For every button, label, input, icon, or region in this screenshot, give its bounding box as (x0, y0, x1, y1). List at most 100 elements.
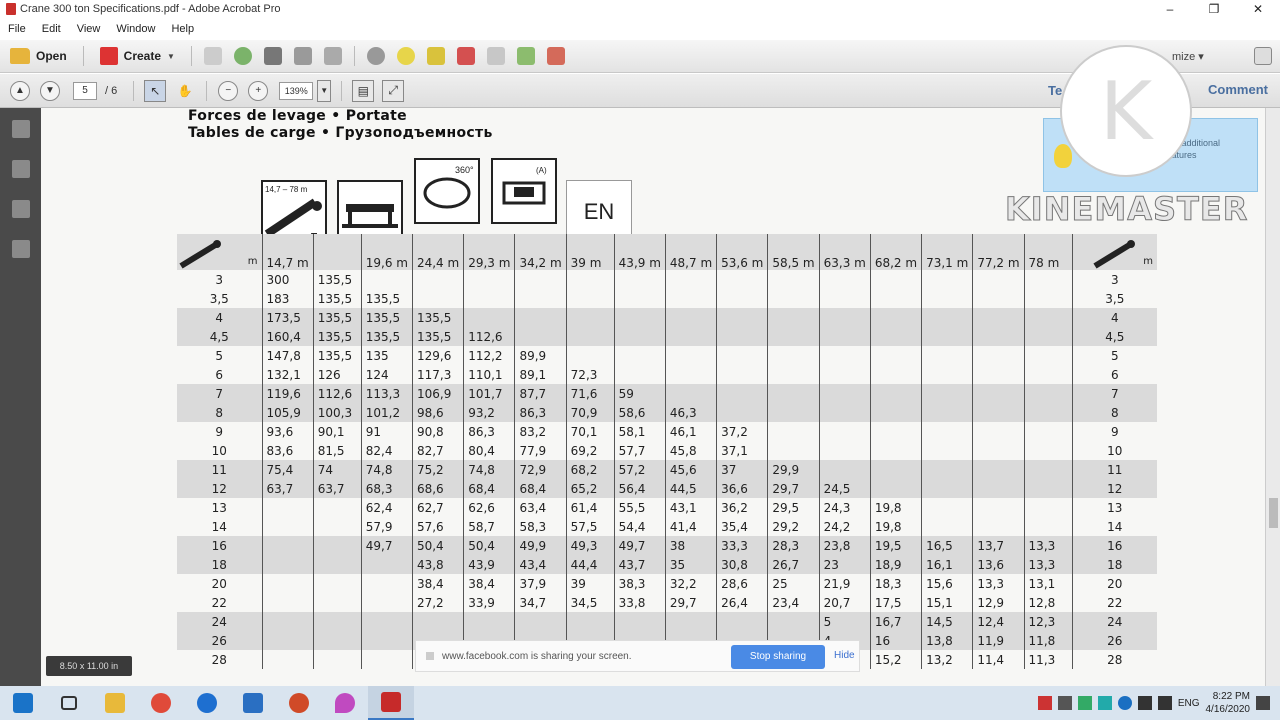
load-cell: 18,3 (869, 574, 922, 593)
menu-view[interactable]: View (69, 23, 109, 35)
title-bar: Crane 300 ton Specifications.pdf - Adobe… (0, 0, 1280, 18)
signatures-icon[interactable] (11, 200, 30, 218)
mail-button[interactable] (230, 686, 276, 720)
edge-button[interactable] (184, 686, 230, 720)
load-cell: 83,6 (261, 441, 314, 460)
clock[interactable]: 8:22 PM 4/16/2020 (1206, 690, 1251, 716)
input-language[interactable]: ENG (1178, 698, 1200, 709)
zoom-input[interactable]: 139% (279, 81, 314, 100)
file-explorer-button[interactable] (92, 686, 138, 720)
load-cell (818, 422, 871, 441)
close-button[interactable]: ✕ (1236, 0, 1280, 18)
tray-sync-icon[interactable] (1097, 696, 1112, 710)
radius-cell-right: 10 (1071, 441, 1158, 460)
layers-icon[interactable] (11, 240, 30, 258)
load-cell (767, 403, 820, 422)
customize-button[interactable]: mize ▾ (1172, 50, 1204, 63)
page-thumbnails-icon[interactable] (11, 120, 30, 138)
load-cell: 135,5 (411, 327, 464, 346)
load-cell: 110,1 (463, 365, 515, 384)
menu-help[interactable]: Help (163, 23, 202, 35)
svg-text:360°: 360° (455, 165, 474, 175)
load-cell: 58,1 (613, 422, 666, 441)
stop-sharing-button[interactable]: Stop sharing (731, 645, 825, 669)
save-icon[interactable] (203, 47, 222, 65)
restore-button[interactable]: ❐ (1192, 0, 1236, 18)
full-screen-button[interactable]: ⤢ (382, 79, 405, 102)
task-view-button[interactable] (46, 686, 92, 720)
email-icon[interactable] (323, 47, 342, 65)
acrobat-button[interactable] (368, 686, 414, 720)
page-number-input[interactable]: 5 (73, 81, 97, 100)
expand-icon[interactable] (1254, 47, 1272, 65)
open-button[interactable]: Open (0, 43, 77, 69)
load-cell (869, 384, 922, 403)
comment-bubble-icon[interactable] (396, 47, 415, 65)
load-cell (921, 289, 973, 308)
next-page-button[interactable]: ▼ (40, 80, 60, 101)
table-row: 5 147,8 135,5 135 129,6 112,2 89,9 5 (177, 346, 1158, 365)
drag-handle-icon[interactable] (426, 652, 434, 660)
chrome-button[interactable] (138, 686, 184, 720)
vertical-scrollbar[interactable] (1265, 108, 1280, 686)
cloud-upload-icon[interactable] (233, 47, 252, 65)
delete-page-icon[interactable] (456, 47, 475, 65)
zoom-dropdown[interactable]: ▼ (317, 79, 332, 102)
insert-page-icon[interactable] (516, 47, 535, 65)
load-cell (921, 441, 973, 460)
load-cell (869, 422, 922, 441)
tray-security-icon[interactable] (1077, 696, 1092, 710)
previous-page-button[interactable]: ▲ (10, 80, 30, 101)
load-cell: 89,9 (514, 346, 567, 365)
menu-bar: File Edit View Window Help (0, 19, 1280, 39)
settings-icon[interactable] (366, 47, 385, 65)
scrollbar-thumb[interactable] (1269, 498, 1278, 528)
zoom-out-button[interactable]: − (218, 80, 239, 101)
radius-cell-right: 4,5 (1071, 327, 1158, 346)
load-cell (463, 612, 515, 631)
separator (82, 46, 84, 66)
fit-page-button[interactable]: ▤ (352, 79, 375, 102)
bookmarks-icon[interactable] (11, 160, 30, 178)
menu-window[interactable]: Window (108, 23, 163, 35)
volume-icon[interactable] (1157, 696, 1172, 710)
tray-acrobat-icon[interactable] (1037, 696, 1052, 710)
radius-cell-right: 11 (1071, 460, 1158, 479)
table-row: 10 83,6 81,5 82,4 82,7 80,4 77,9 69,2 57,7 45,8 37… (177, 441, 1158, 460)
load-cell (261, 555, 314, 574)
highlight-icon[interactable] (426, 47, 445, 65)
edit-icon[interactable] (293, 47, 312, 65)
load-cell: 49,3 (565, 536, 615, 555)
tray-app-icon[interactable] (1057, 696, 1072, 710)
load-cell: 50,4 (411, 536, 464, 555)
extract-page-icon[interactable] (486, 47, 505, 65)
combine-files-icon[interactable] (546, 47, 565, 65)
load-cell (716, 289, 768, 308)
load-cell (360, 574, 413, 593)
minimize-button[interactable]: – (1148, 0, 1192, 18)
select-tool-button[interactable]: ↖ (144, 79, 167, 102)
maps-button[interactable] (322, 686, 368, 720)
load-cell (1023, 403, 1073, 422)
wifi-icon[interactable] (1137, 696, 1152, 710)
bluetooth-icon[interactable] (1117, 696, 1132, 710)
load-cell: 15,6 (921, 574, 973, 593)
load-cell (716, 612, 768, 631)
hand-tool-button[interactable]: ✋ (174, 80, 196, 102)
zoom-in-button[interactable]: + (248, 80, 269, 101)
sharing-message: www.facebook.com is sharing your screen. (442, 650, 632, 662)
create-button[interactable]: Create ▼ (90, 43, 185, 69)
powerpoint-button[interactable] (276, 686, 322, 720)
menu-file[interactable]: File (0, 23, 34, 35)
table-row: 4 173,5 135,5 135,5 135,5 4 (177, 308, 1158, 327)
start-button[interactable] (0, 686, 46, 720)
load-cell (767, 308, 820, 327)
print-icon[interactable] (263, 47, 282, 65)
load-cell (1023, 384, 1073, 403)
notification-icon[interactable] (1256, 696, 1270, 710)
load-cell: 38 (664, 536, 717, 555)
menu-edit[interactable]: Edit (34, 23, 69, 35)
comment-tab[interactable]: Comment (1208, 82, 1268, 97)
hide-button[interactable]: Hide (834, 650, 855, 661)
tools-tab[interactable]: Te (1048, 83, 1062, 98)
